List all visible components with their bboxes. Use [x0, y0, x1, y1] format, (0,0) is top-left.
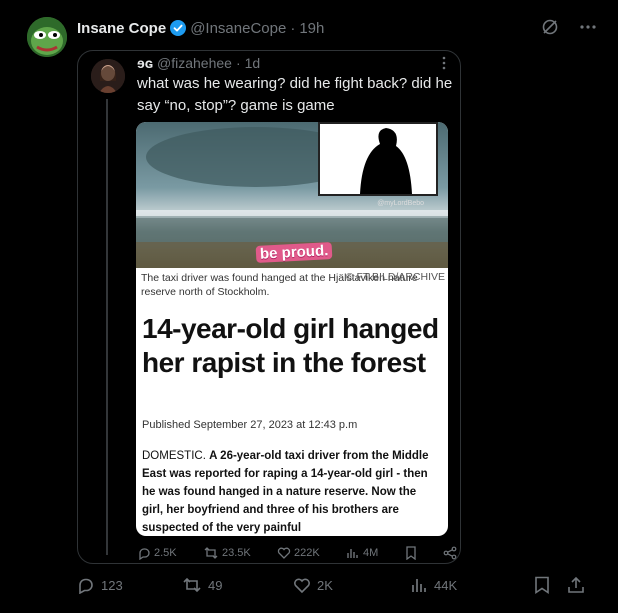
share-icon — [568, 576, 584, 593]
post-action-bar: 123 49 2K 44K — [77, 576, 599, 594]
quoted-post-time[interactable]: 1d — [245, 55, 261, 71]
bookmark-icon — [535, 576, 549, 594]
quoted-repost-count: 23.5K — [221, 547, 251, 559]
tweet-header: Insane Cope @InsaneCope · 19h — [77, 17, 324, 39]
quoted-views-button[interactable]: 4M — [346, 546, 378, 560]
views-icon — [412, 579, 426, 592]
more-options-icon[interactable] — [578, 17, 598, 37]
like-button[interactable]: 2K — [293, 576, 410, 594]
quoted-post-text: what was he wearing? did he fight back? … — [137, 75, 453, 114]
separator-dot: · — [290, 19, 296, 37]
bookmark-button[interactable] — [534, 576, 567, 594]
quoted-action-bar: 2.5K 23.5K 222K 4M — [137, 546, 457, 560]
quoted-like-count: 222K — [294, 547, 320, 559]
photo-credit: © FT BILD/ARCHIVE — [345, 271, 445, 283]
repost-icon — [204, 547, 218, 559]
post-time[interactable]: 19h — [299, 20, 324, 37]
repost-button[interactable]: 49 — [182, 576, 293, 594]
reply-button[interactable]: 123 — [77, 576, 182, 594]
grok-icon[interactable] — [540, 17, 560, 37]
article-published-date: Published September 27, 2023 at 12:43 p.… — [142, 419, 358, 431]
repost-icon — [183, 577, 201, 593]
bookmark-icon — [405, 546, 416, 560]
quoted-media-image[interactable]: @myLordBebo be proud. The taxi driver wa… — [136, 122, 448, 536]
inset-silhouette-image — [318, 122, 438, 196]
reply-icon — [139, 548, 150, 560]
share-icon — [443, 546, 457, 560]
author-handle[interactable]: @InsaneCope — [190, 20, 286, 37]
quoted-author-handle[interactable]: @fizahehee — [157, 55, 232, 71]
heart-icon — [277, 547, 291, 559]
watermark: @myLordBebo — [377, 200, 424, 207]
quoted-bookmark-button[interactable] — [405, 546, 417, 560]
article-body: DOMESTIC. A 26-year-old taxi driver from… — [142, 447, 440, 536]
thread-line — [106, 99, 108, 555]
quoted-like-button[interactable]: 222K — [277, 546, 320, 560]
author-name[interactable]: Insane Cope — [77, 20, 166, 37]
article-headline: 14-year-old girl hanged her rapist in th… — [142, 313, 439, 378]
article-body-bold: A 26-year-old taxi driver from the Middl… — [142, 450, 429, 534]
quoted-share-button[interactable] — [443, 546, 457, 560]
like-count: 2K — [317, 577, 333, 593]
reply-count: 123 — [101, 577, 123, 593]
quoted-more-icon[interactable] — [442, 56, 446, 70]
quoted-separator-dot: · — [235, 55, 241, 71]
verified-badge-icon — [170, 20, 187, 36]
article-body-lead: DOMESTIC. — [142, 450, 206, 462]
quoted-repost-button[interactable]: 23.5K — [203, 546, 251, 560]
views-button[interactable]: 44K — [410, 576, 534, 594]
quoted-reply-button[interactable]: 2.5K — [137, 546, 177, 560]
quoted-author-avatar[interactable] — [91, 59, 125, 93]
share-button[interactable] — [567, 576, 585, 594]
reply-icon — [79, 578, 93, 594]
quoted-author-name[interactable]: ɘɢ — [137, 55, 153, 71]
views-count: 44K — [434, 577, 458, 593]
lake-photo: @myLordBebo be proud. — [136, 122, 448, 268]
repost-count: 49 — [208, 577, 223, 593]
views-icon — [347, 549, 358, 558]
quoted-reply-count: 2.5K — [154, 547, 177, 559]
author-avatar[interactable] — [27, 17, 67, 57]
quoted-post[interactable]: ɘɢ @fizahehee · 1d what was he wearing? … — [77, 50, 461, 564]
heart-icon — [294, 578, 310, 594]
quoted-views-count: 4M — [363, 547, 379, 559]
